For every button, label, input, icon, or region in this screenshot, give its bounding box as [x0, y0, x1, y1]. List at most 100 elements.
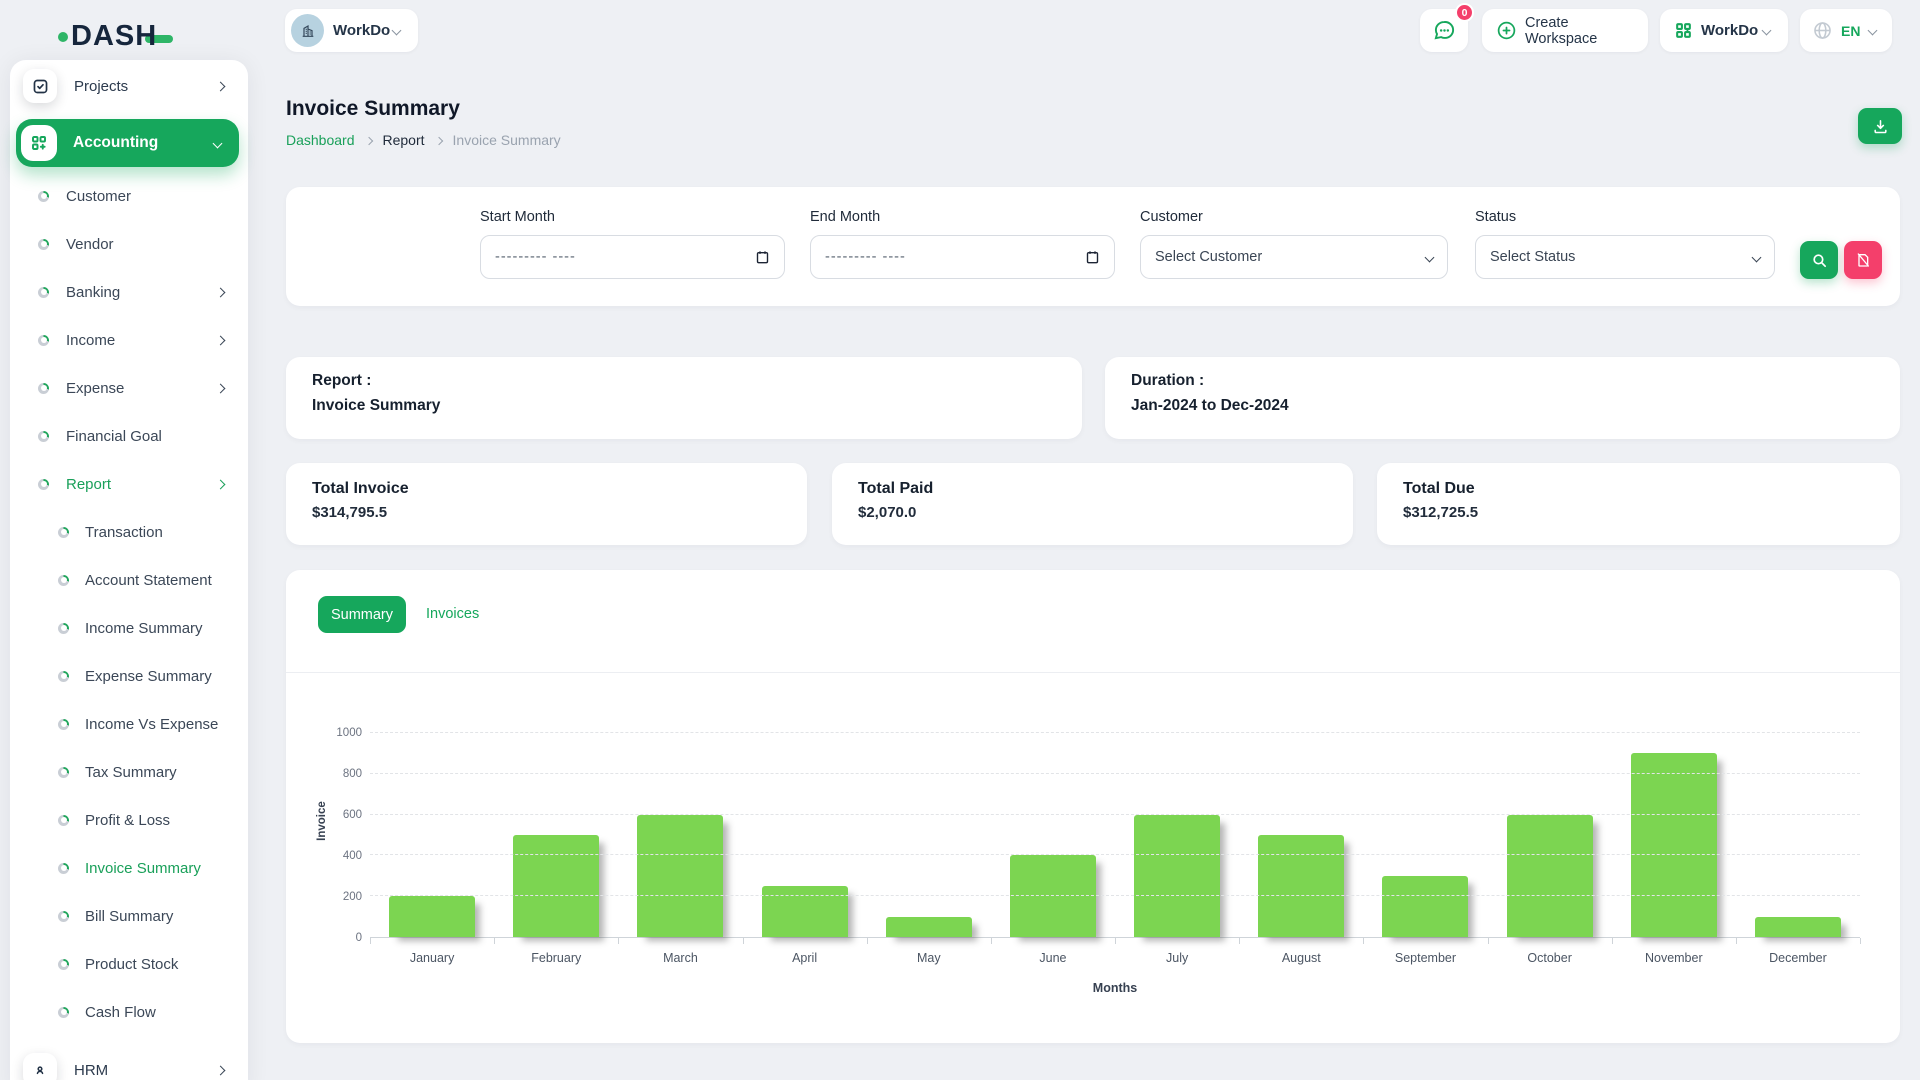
- y-tick-label: 200: [343, 891, 362, 903]
- bar-january[interactable]: [389, 896, 475, 937]
- bar-july[interactable]: [1134, 815, 1220, 937]
- sidebar-item-vendor[interactable]: Vendor: [10, 220, 248, 268]
- logo-dot-icon: [58, 32, 68, 42]
- create-workspace-button[interactable]: Create Workspace: [1482, 9, 1648, 52]
- bar-slot: [1736, 733, 1860, 937]
- sidebar-item-banking[interactable]: Banking: [10, 268, 248, 316]
- divider: [286, 672, 1900, 673]
- bar-march[interactable]: [637, 815, 723, 937]
- x-tick: [494, 938, 495, 944]
- sidebar-item-product-stock[interactable]: Product Stock: [10, 940, 248, 988]
- breadcrumb-report[interactable]: Report: [383, 132, 425, 148]
- status-label: Status: [1475, 209, 1775, 225]
- sidebar-item-profit-loss[interactable]: Profit & Loss: [10, 796, 248, 844]
- download-button[interactable]: [1858, 108, 1902, 144]
- projects-icon: [23, 69, 57, 103]
- sidebar-item-cash-flow[interactable]: Cash Flow: [10, 988, 248, 1036]
- sidebar-item-report[interactable]: Report: [10, 460, 248, 508]
- bar-august[interactable]: [1258, 835, 1344, 937]
- accounting-icon: [21, 125, 57, 161]
- gridline: [370, 854, 1860, 855]
- breadcrumb-dashboard[interactable]: Dashboard: [286, 132, 355, 148]
- sidebar-item-invoice-summary[interactable]: Invoice Summary: [10, 844, 248, 892]
- tab-invoices[interactable]: Invoices: [426, 606, 479, 622]
- bar-october[interactable]: [1507, 815, 1593, 937]
- brand-logo[interactable]: DASH: [58, 20, 173, 53]
- y-tick-label: 600: [343, 809, 362, 821]
- y-axis-labels: 02004006008001000: [314, 733, 362, 938]
- workdo-menu-button[interactable]: WorkDo: [1660, 9, 1788, 52]
- bar-december[interactable]: [1755, 917, 1841, 937]
- x-tick: [1736, 938, 1737, 944]
- start-month-label: Start Month: [480, 209, 785, 225]
- bullet-icon: [58, 911, 69, 922]
- customer-select[interactable]: Select Customer: [1140, 235, 1448, 279]
- workspace-avatar: [291, 14, 324, 47]
- sidebar-item-account-statement[interactable]: Account Statement: [10, 556, 248, 604]
- bar-april[interactable]: [762, 886, 848, 937]
- chevron-down-icon: [1868, 26, 1878, 36]
- sidebar-item-projects[interactable]: Projects: [10, 60, 248, 112]
- bullet-icon: [38, 431, 49, 442]
- bullet-icon: [38, 335, 49, 346]
- sidebar-item-expense-summary[interactable]: Expense Summary: [10, 652, 248, 700]
- bar-slot: [494, 733, 618, 937]
- sidebar-item-transaction[interactable]: Transaction: [10, 508, 248, 556]
- chevron-right-icon: [216, 383, 226, 393]
- stat-total-due: Total Due $312,725.5: [1377, 463, 1900, 545]
- x-axis-label: January: [370, 951, 494, 965]
- reset-filter-button[interactable]: [1844, 241, 1882, 279]
- breadcrumb: Dashboard Report Invoice Summary: [286, 132, 561, 148]
- start-month-input[interactable]: --------- ----: [480, 235, 785, 279]
- x-axis-label: April: [743, 951, 867, 965]
- sidebar-item-income-summary[interactable]: Income Summary: [10, 604, 248, 652]
- end-month-input[interactable]: --------- ----: [810, 235, 1115, 279]
- bar-february[interactable]: [513, 835, 599, 937]
- sidebar-item-hrm[interactable]: HRM: [10, 1044, 248, 1080]
- sidebar-item-income[interactable]: Income: [10, 316, 248, 364]
- bullet-icon: [38, 383, 49, 394]
- x-axis-label: May: [867, 951, 991, 965]
- chart-card: Summary Invoices Invoice 020040060080010…: [286, 570, 1900, 1043]
- end-month-label: End Month: [810, 209, 1115, 225]
- x-axis-label: February: [494, 951, 618, 965]
- chevron-down-icon: [213, 138, 223, 148]
- x-axis-label: August: [1239, 951, 1363, 965]
- y-tick-label: 0: [356, 932, 362, 944]
- workspace-name: WorkDo: [333, 22, 390, 39]
- sidebar-item-tax-summary[interactable]: Tax Summary: [10, 748, 248, 796]
- bar-june[interactable]: [1010, 855, 1096, 937]
- apply-filter-button[interactable]: [1800, 241, 1838, 279]
- bar-slot: [1363, 733, 1487, 937]
- bar-slot: [1612, 733, 1736, 937]
- chevron-right-icon: [364, 136, 372, 144]
- messages-button[interactable]: 0: [1420, 9, 1468, 52]
- tab-summary[interactable]: Summary: [318, 596, 406, 633]
- sidebar-item-accounting[interactable]: Accounting: [16, 119, 239, 167]
- duration-info-card: Duration : Jan-2024 to Dec-2024: [1105, 357, 1900, 439]
- sidebar-item-bill-summary[interactable]: Bill Summary: [10, 892, 248, 940]
- bar-september[interactable]: [1382, 876, 1468, 937]
- x-ticks: [370, 938, 1860, 944]
- sidebar-item-expense[interactable]: Expense: [10, 364, 248, 412]
- language-selector[interactable]: EN: [1800, 9, 1892, 52]
- bullet-icon: [38, 239, 49, 250]
- sidebar-item-customer[interactable]: Customer: [10, 172, 248, 220]
- bar-may[interactable]: [886, 917, 972, 937]
- sidebar-item-financial-goal[interactable]: Financial Goal: [10, 412, 248, 460]
- download-icon: [1872, 118, 1889, 135]
- stat-total-invoice: Total Invoice $314,795.5: [286, 463, 807, 545]
- globe-icon: [1812, 20, 1833, 41]
- x-axis-labels: JanuaryFebruaryMarchAprilMayJuneJulyAugu…: [370, 951, 1860, 965]
- x-tick: [370, 938, 371, 944]
- bullet-icon: [58, 1007, 69, 1018]
- workspace-switcher[interactable]: WorkDo: [285, 9, 418, 52]
- gridline: [370, 895, 1860, 896]
- app: DASH Projects Accounting Customer: [0, 0, 1920, 1080]
- bar-slot: [370, 733, 494, 937]
- bar-november[interactable]: [1631, 753, 1717, 937]
- sidebar-item-income-vs-expense[interactable]: Income Vs Expense: [10, 700, 248, 748]
- y-tick-label: 400: [343, 850, 362, 862]
- status-select[interactable]: Select Status: [1475, 235, 1775, 279]
- bar-slot: [867, 733, 991, 937]
